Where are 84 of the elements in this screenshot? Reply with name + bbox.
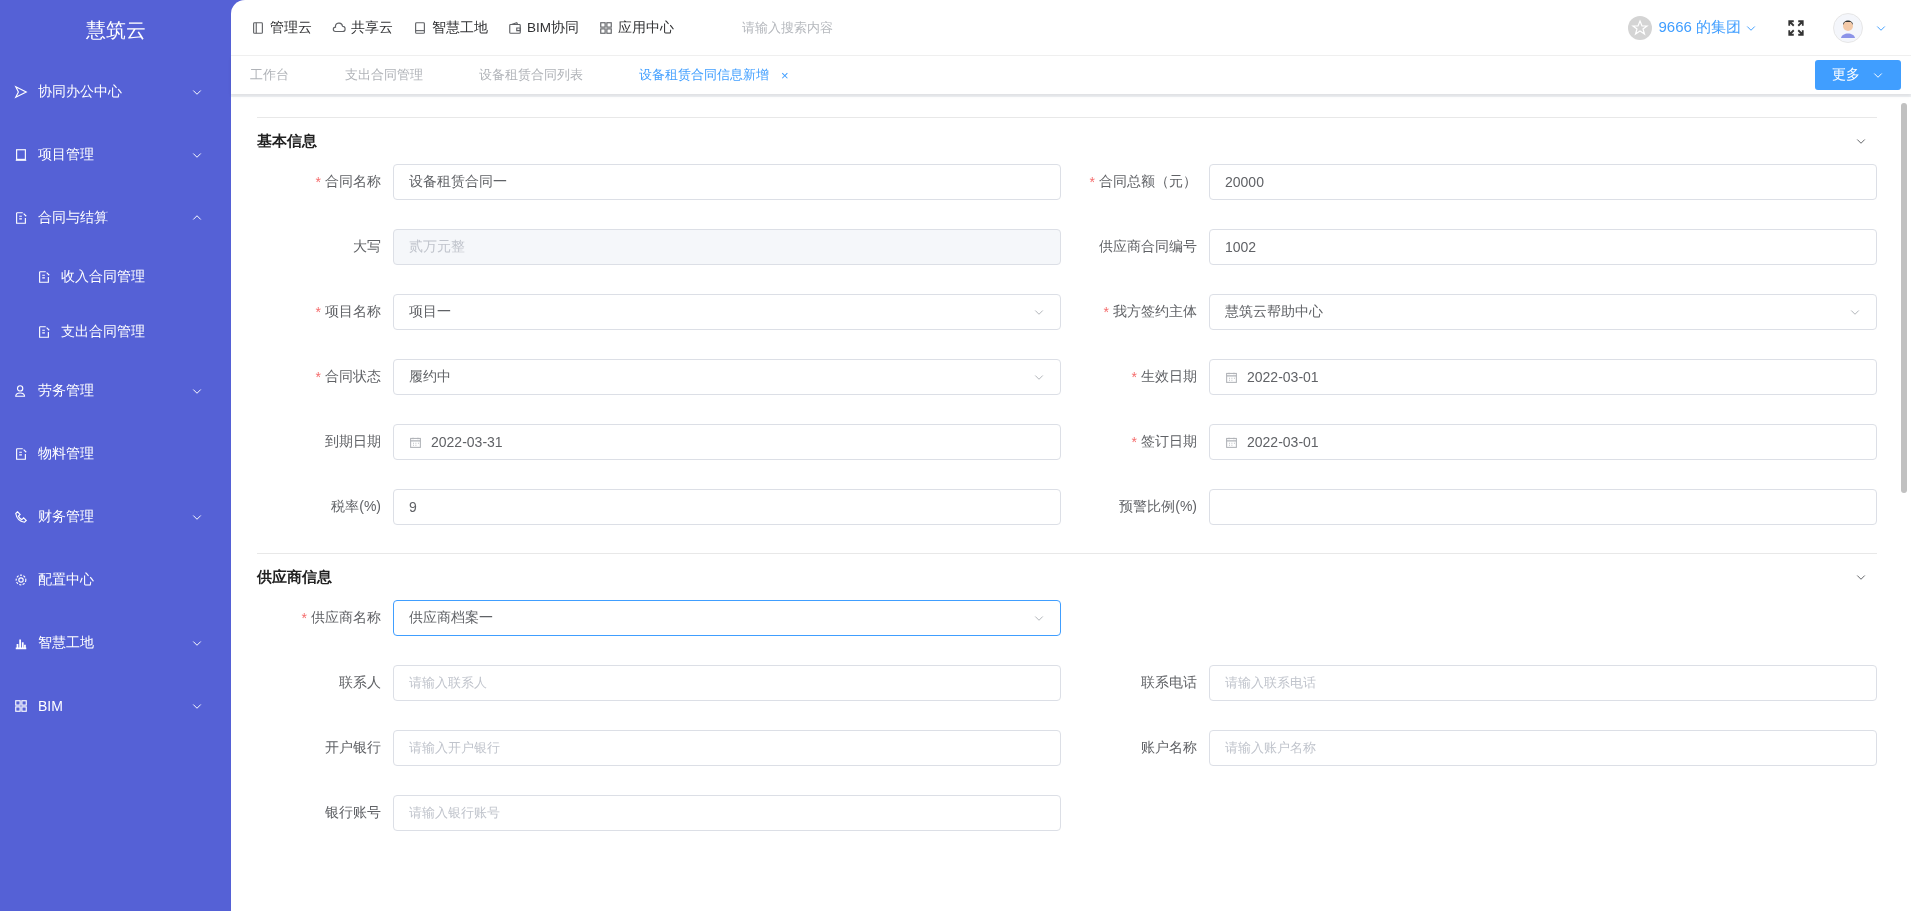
grid-icon (14, 698, 28, 713)
required-mark: * (315, 369, 321, 385)
nav-link[interactable]: 智慧工地 (413, 18, 488, 37)
nav-link[interactable]: 管理云 (251, 18, 312, 37)
section-title: 供应商信息 (257, 567, 332, 587)
field-label: 开户银行 (325, 739, 381, 757)
sidebar-item[interactable]: 合同与结算 (0, 186, 231, 249)
required-mark: * (315, 304, 321, 320)
required-mark: * (1131, 434, 1137, 450)
edit-icon (37, 324, 51, 339)
scrollbar[interactable] (1901, 103, 1907, 493)
select-field[interactable]: 慧筑云帮助中心 (1209, 294, 1877, 330)
sidebar-item[interactable]: 协同办公中心 (0, 60, 231, 123)
field-label: 税率(%) (331, 498, 381, 516)
required-mark: * (1103, 304, 1109, 320)
sidebar-subitem[interactable]: 支出合同管理 (0, 304, 231, 359)
person-icon (14, 383, 28, 398)
page-tab[interactable]: 设备租赁合同信息新增 × (639, 66, 789, 84)
input-field[interactable] (1209, 489, 1877, 525)
avatar-icon[interactable] (1833, 12, 1863, 43)
select-field[interactable]: 履约中 (393, 359, 1061, 395)
date-field[interactable]: 2022-03-31 (393, 424, 1061, 460)
calendar-icon (1225, 370, 1238, 384)
book-icon (251, 20, 265, 35)
edit-icon (14, 210, 28, 225)
sidebar-item[interactable]: BIM (0, 674, 231, 737)
required-mark: * (301, 610, 307, 626)
field-label: 联系电话 (1141, 674, 1197, 692)
nav-link[interactable]: BIM协同 (508, 18, 579, 37)
field-label: 生效日期 (1141, 368, 1197, 386)
phone-icon (14, 509, 28, 524)
select-field[interactable]: 供应商档案一 (393, 600, 1061, 636)
sidebar-item[interactable]: 项目管理 (0, 123, 231, 186)
input-field[interactable]: 9 (393, 489, 1061, 525)
org-switcher[interactable]: 9666 的集团 (1658, 18, 1741, 37)
search-field[interactable]: 请输入搜索内容 (740, 19, 944, 36)
required-mark: * (1131, 369, 1137, 385)
nav-link[interactable]: 共享云 (332, 18, 393, 37)
required-mark: * (315, 174, 321, 190)
book-icon (413, 20, 427, 35)
more-button[interactable]: 更多 (1815, 60, 1901, 90)
settings-icon (14, 572, 28, 587)
app-logo: 慧筑云 (85, 17, 146, 43)
field-label: 合同状态 (325, 368, 381, 386)
sidebar-subitem[interactable]: 收入合同管理 (0, 249, 231, 304)
edit-icon (37, 269, 51, 284)
input-field[interactable]: 20000 (1209, 164, 1877, 200)
field-label: 项目名称 (325, 303, 381, 321)
section-title: 基本信息 (257, 131, 317, 151)
cloud-icon (332, 20, 346, 35)
calendar-icon (409, 435, 422, 449)
edit-icon (14, 446, 28, 461)
close-icon[interactable]: × (781, 67, 789, 83)
field-label: 供应商合同编号 (1099, 238, 1197, 256)
sidebar-item[interactable]: 智慧工地 (0, 611, 231, 674)
field-label: 到期日期 (325, 433, 381, 451)
calendar-icon (1225, 435, 1238, 449)
field-label: 签订日期 (1141, 433, 1197, 451)
field-label: 银行账号 (325, 804, 381, 822)
select-field[interactable]: 项目一 (393, 294, 1061, 330)
input-field[interactable]: 设备租赁合同一 (393, 164, 1061, 200)
field-label: 供应商名称 (311, 609, 381, 627)
field-label: 账户名称 (1141, 739, 1197, 757)
send-icon (14, 84, 28, 99)
sidebar-item[interactable]: 财务管理 (0, 485, 231, 548)
nav-link[interactable]: 应用中心 (599, 18, 674, 37)
org-icon (1628, 15, 1653, 40)
field-label: 合同名称 (325, 173, 381, 191)
field-label: 大写 (353, 238, 381, 256)
sidebar-item[interactable]: 配置中心 (0, 548, 231, 611)
book-icon (14, 147, 28, 162)
field-label: 联系人 (339, 674, 381, 692)
wallet-icon (508, 20, 522, 35)
fullscreen-icon (1787, 18, 1805, 37)
field-label: 合同总额（元） (1099, 173, 1197, 191)
sidebar-item[interactable]: 物料管理 (0, 422, 231, 485)
field-label: 我方签约主体 (1113, 303, 1197, 321)
date-field[interactable]: 2022-03-01 (1209, 424, 1877, 460)
input-field[interactable]: 1002 (1209, 229, 1877, 265)
required-mark: * (1089, 174, 1095, 190)
date-field[interactable]: 2022-03-01 (1209, 359, 1877, 395)
field-label: 预警比例(%) (1119, 498, 1197, 516)
grid-icon (599, 20, 613, 35)
sidebar-item[interactable]: 劳务管理 (0, 359, 231, 422)
